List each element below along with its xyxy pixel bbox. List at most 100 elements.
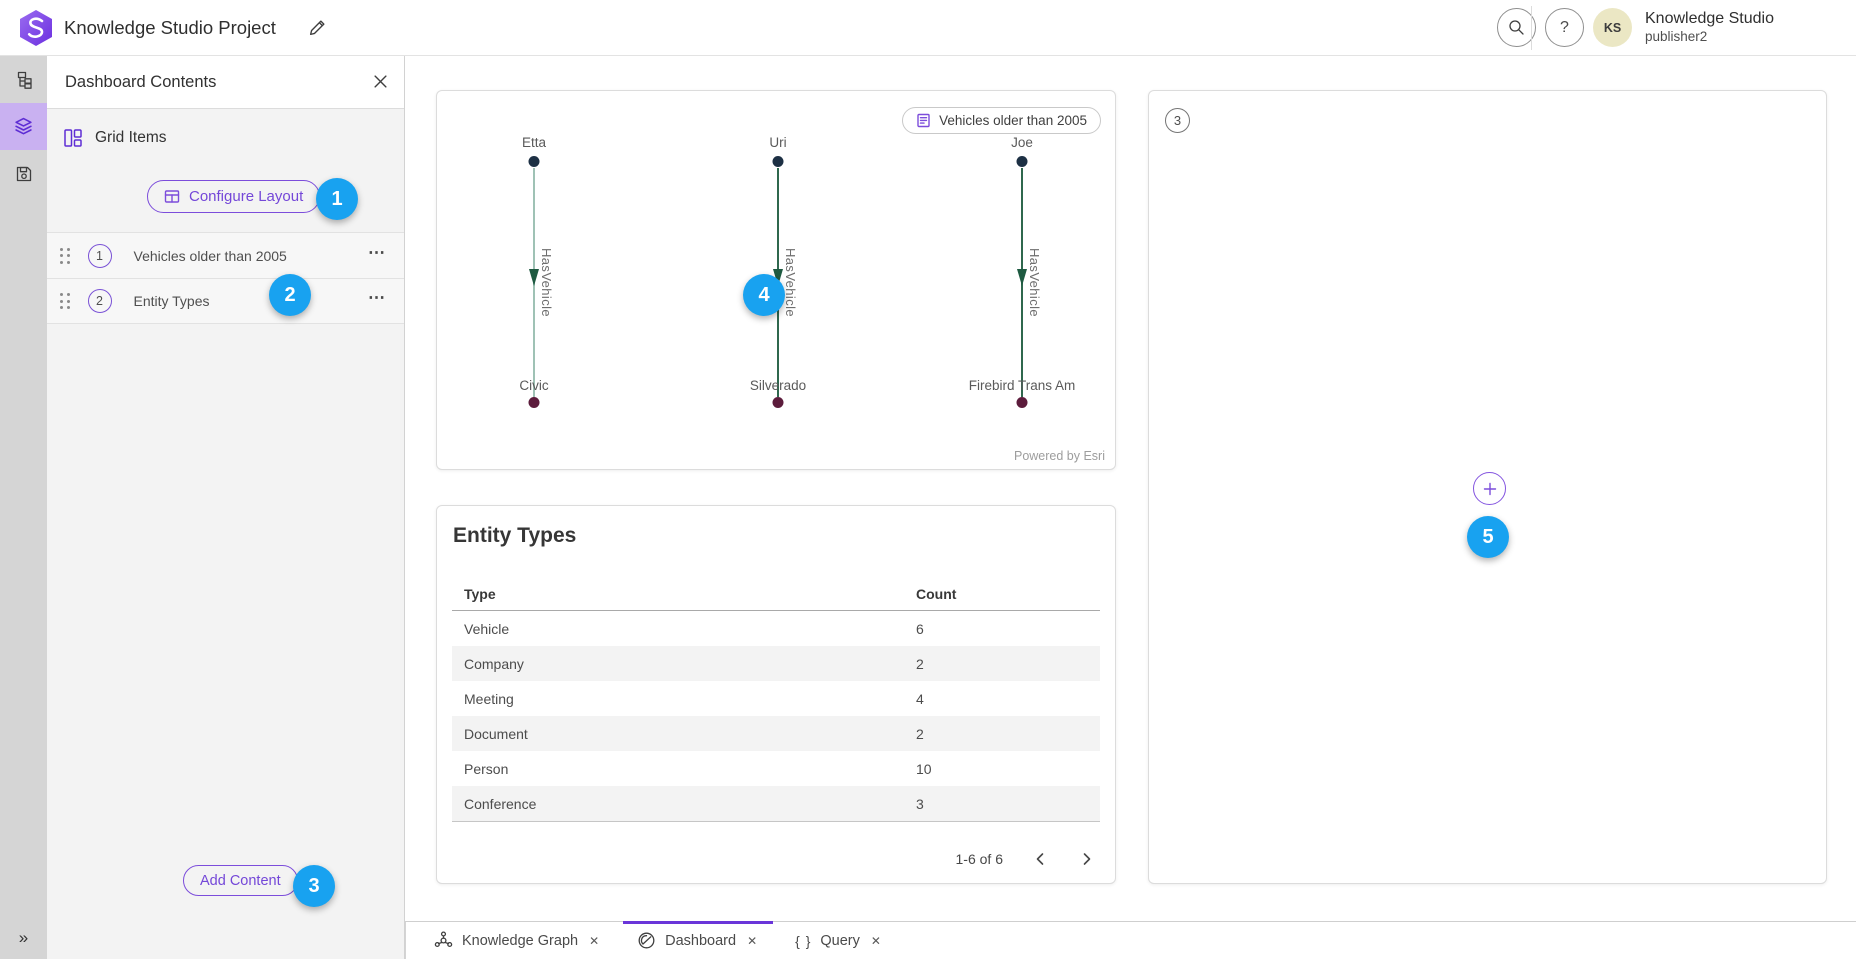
table-row[interactable]: Company 2 [452,646,1100,681]
table-row[interactable]: Conference 3 [452,786,1100,821]
node-label: Silverado [698,378,858,393]
table-row[interactable]: Person 10 [452,751,1100,786]
ellipsis-icon: ⋯ [368,243,386,262]
tab-label: Knowledge Graph [462,933,578,949]
configure-layout-label: Configure Layout [189,188,303,205]
callout-badge-3: 3 [293,865,335,907]
edge-label: HasVehicle [1027,248,1042,317]
cell-count: 2 [916,656,924,672]
double-chevron-right-icon: » [19,928,28,948]
column-header-count: Count [916,586,956,602]
app-header: Knowledge Studio Project ? KS Knowledge … [0,0,1856,56]
save-icon [15,165,33,183]
tab-knowledge-graph[interactable]: Knowledge Graph ✕ [416,922,619,959]
pagination-label: 1-6 of 6 [956,851,1003,867]
add-widget-button[interactable] [1473,472,1506,505]
configure-layout-button[interactable]: Configure Layout [147,180,320,213]
item-options-button[interactable]: ⋯ [368,243,404,269]
grid-items-icon [63,128,83,148]
graph-node[interactable] [773,397,784,408]
node-label: Civic [454,378,614,393]
grid-slot-number: 3 [1165,108,1190,133]
cell-type: Conference [464,796,536,812]
callout-badge-5: 5 [1467,516,1509,558]
next-page-button[interactable] [1077,849,1097,869]
drag-handle-icon[interactable] [60,248,70,264]
graph-node[interactable] [773,156,784,167]
knowledge-graph-icon [434,931,453,950]
help-button[interactable]: ? [1545,8,1584,47]
tab-label: Dashboard [665,933,736,949]
close-panel-button[interactable] [368,71,392,95]
layers-icon [14,117,33,136]
org-chart-icon [15,71,33,89]
braces-icon: { } [795,933,811,949]
drag-handle-icon[interactable] [60,293,70,309]
grid-item-list: 1 Vehicles older than 2005 ⋯ 2 Entity Ty… [47,232,404,324]
item-number-badge: 2 [88,289,112,313]
node-label: Uri [698,135,858,150]
table-header-row: Type Count [452,578,1100,611]
grid-item-label: Vehicles older than 2005 [134,248,369,264]
graph-edge-column: Joe HasVehicle Firebird Trans Am [942,91,1102,469]
cell-type: Person [464,761,508,777]
app-root: Knowledge Studio Project ? KS Knowledge … [0,0,1856,959]
column-header-type: Type [464,586,496,602]
close-icon: ✕ [747,934,757,948]
tab-dashboard[interactable]: Dashboard ✕ [619,922,777,959]
esri-attribution: Powered by Esri [1005,447,1114,465]
close-tab-button[interactable]: ✕ [745,932,759,950]
table-row[interactable]: Meeting 4 [452,681,1100,716]
edge-label: HasVehicle [783,248,798,317]
avatar[interactable]: KS [1593,8,1632,47]
edge-label: HasVehicle [539,248,554,317]
grid-item-row-2[interactable]: 2 Entity Types ⋯ [47,278,404,324]
rail-item-save[interactable] [0,150,47,197]
chevron-right-icon [1080,851,1094,867]
item-options-button[interactable]: ⋯ [368,288,404,314]
expand-rail-button[interactable]: » [0,923,47,953]
edit-title-button[interactable] [306,18,328,40]
node-label: Etta [454,135,614,150]
tab-label: Query [820,933,860,949]
dashboard-gauge-icon [637,931,656,950]
tab-query[interactable]: { } Query ✕ [777,922,901,959]
cell-count: 3 [916,796,924,812]
empty-grid-panel: 3 [1148,90,1827,884]
node-label: Joe [942,135,1102,150]
cell-type: Vehicle [464,621,509,637]
account-name: Knowledge Studio [1645,9,1774,29]
close-tab-button[interactable]: ✕ [587,932,601,950]
table-pagination: 1-6 of 6 [956,839,1097,879]
rail-item-data-model[interactable] [0,56,47,103]
ellipsis-icon: ⋯ [368,288,386,307]
graph-node[interactable] [1017,156,1028,167]
cell-count: 10 [916,761,932,777]
close-icon: ✕ [871,934,881,948]
close-icon: ✕ [589,934,599,948]
cell-type: Company [464,656,524,672]
graph-node[interactable] [529,397,540,408]
chevron-left-icon [1033,851,1047,867]
entity-types-table: Type Count Vehicle 6 Company 2 Meeting 4… [452,578,1100,822]
grid-item-row-1[interactable]: 1 Vehicles older than 2005 ⋯ [47,232,404,278]
table-row[interactable]: Document 2 [452,716,1100,751]
widget-title: Entity Types [453,524,576,548]
node-label: Firebird Trans Am [942,378,1102,393]
cell-count: 6 [916,621,924,637]
rail-item-dashboard-layers[interactable] [0,103,47,150]
graph-node[interactable] [1017,397,1028,408]
grid-items-section: Grid Items [63,128,166,148]
grid-layout-icon [164,189,180,204]
callout-badge-1: 1 [316,178,358,220]
graph-edge-column: Etta HasVehicle Civic [454,91,614,469]
cell-count: 2 [916,726,924,742]
callout-badge-4: 4 [743,274,785,316]
plus-icon [1483,482,1497,496]
add-content-button[interactable]: Add Content [183,865,298,896]
close-tab-button[interactable]: ✕ [869,932,883,950]
graph-node[interactable] [529,156,540,167]
grid-items-label: Grid Items [95,129,166,147]
table-row[interactable]: Vehicle 6 [452,611,1100,646]
previous-page-button[interactable] [1030,849,1050,869]
